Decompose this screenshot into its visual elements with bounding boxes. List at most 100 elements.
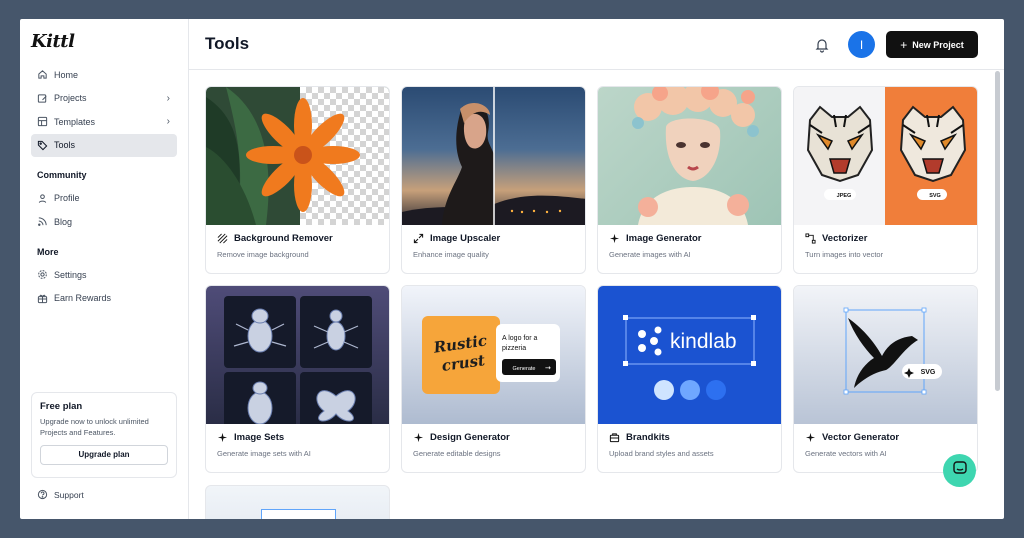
sidebar-item-home[interactable]: Home [31, 63, 177, 86]
tool-title: Background Remover [234, 233, 333, 244]
tool-description: Generate images with AI [609, 250, 691, 259]
gift-icon [37, 293, 48, 304]
plus-icon: + [900, 37, 908, 52]
tool-card-image-upscaler[interactable]: Image Upscaler Enhance image quality [401, 86, 586, 274]
sidebar-item-projects[interactable]: Projects › [31, 87, 177, 110]
tool-card-design-generator[interactable]: Rustic crust A logo for a pizzeria Gener… [401, 285, 586, 473]
tool-title: Image Generator [626, 233, 702, 244]
community-heading: Community [37, 170, 87, 180]
kittl-logo[interactable]: Kittl [31, 31, 75, 52]
sidebar-item-profile[interactable]: Profile [31, 187, 177, 210]
upgrade-plan-button[interactable]: Upgrade plan [40, 444, 168, 465]
tool-description: Generate image sets with AI [217, 449, 311, 458]
free-plan-card: Free plan Upgrade now to unlock unlimite… [31, 392, 177, 478]
tool-title: Vector Generator [822, 432, 900, 443]
tool-description: Generate vectors with AI [805, 449, 887, 458]
tool-description: Remove image background [217, 250, 309, 259]
chevron-right-icon: › [166, 92, 170, 104]
vector-path-icon [805, 233, 816, 244]
tool-description: Enhance image quality [413, 250, 489, 259]
svg-text:→: → [545, 364, 551, 372]
briefcase-icon [609, 432, 620, 443]
scrollbar[interactable] [995, 71, 1000, 391]
tool-description: Turn images into vector [805, 250, 884, 259]
background-remover-thumbnail [206, 87, 389, 225]
tool-title: Design Generator [430, 432, 510, 443]
templates-icon [37, 116, 48, 127]
tool-card-background-remover[interactable]: Background Remover Remove image backgrou… [205, 86, 390, 274]
tool-title: Image Sets [234, 432, 285, 443]
tool-title: Brandkits [626, 432, 670, 443]
tool-card-image-generator[interactable]: Image Generator Generate images with AI [597, 86, 782, 274]
gear-icon [37, 269, 48, 280]
design-prompt-line: A logo for a [502, 335, 538, 342]
vector-svg-label: SVG [921, 369, 936, 376]
sidebar-item-templates[interactable]: Templates › [31, 110, 177, 133]
expand-icon [413, 233, 424, 244]
top-bar: Tools I + New Project [189, 19, 1004, 70]
sidebar-item-label: Earn Rewards [54, 293, 112, 303]
sparkle-icon [217, 432, 228, 443]
sidebar-item-tools[interactable]: Tools [31, 133, 177, 157]
help-circle-icon [37, 489, 48, 500]
home-icon [37, 69, 48, 80]
tool-description: Generate editable designs [413, 449, 501, 458]
rss-icon [37, 216, 48, 227]
design-prompt-line: pizzeria [502, 345, 526, 352]
tool-title: Vectorizer [822, 233, 868, 244]
sidebar-item-label: Tools [54, 140, 76, 150]
top-actions: I + New Project [814, 31, 978, 58]
image-upscaler-thumbnail [402, 87, 585, 225]
sidebar-item-blog[interactable]: Blog [31, 210, 177, 233]
user-icon [37, 193, 48, 204]
tools-grid: Background Remover Remove image backgrou… [205, 86, 978, 473]
image-generator-thumbnail [598, 87, 781, 225]
avatar[interactable]: I [848, 31, 875, 58]
new-project-button[interactable]: + New Project [886, 31, 978, 58]
chat-support-button[interactable] [943, 454, 976, 487]
tool-card-vectorizer[interactable]: JPEG SVG Vectorizer Turn images into vec… [793, 86, 978, 274]
tool-title: Image Upscaler [430, 233, 501, 244]
page-title: Tools [205, 34, 250, 53]
brand-name: kindlab [670, 330, 737, 353]
design-generate-label: Generate [513, 366, 536, 372]
vectorizer-jpeg-label: JPEG [837, 193, 852, 199]
support-label: Support [54, 489, 84, 500]
new-project-label: New Project [912, 39, 964, 50]
app-window: Kittl Home Projects › Templates › Tools … [20, 19, 1004, 519]
vectorizer-svg-label: SVG [929, 193, 941, 199]
folder-edit-icon [37, 93, 48, 104]
plan-description: Upgrade now to unlock unlimited Projects… [40, 417, 149, 438]
design-generator-thumbnail: Rustic crust A logo for a pizzeria Gener… [402, 286, 585, 424]
sidebar-item-label: Projects [54, 93, 87, 103]
sidebar-item-earn-rewards[interactable]: Earn Rewards [31, 287, 177, 310]
selection-box [261, 509, 336, 519]
chat-icon [952, 460, 968, 481]
sidebar-item-support[interactable]: Support [37, 489, 84, 500]
plan-title: Free plan [40, 401, 83, 412]
tool-card-image-sets[interactable]: Image Sets Generate image sets with AI [205, 285, 390, 473]
tag-icon [37, 140, 48, 151]
tool-card-vector-generator[interactable]: SVG Vector Generator Generate vectors wi… [793, 285, 978, 473]
sidebar-item-settings[interactable]: Settings [31, 263, 177, 286]
vectorizer-thumbnail: JPEG SVG [794, 87, 977, 225]
sparkle-icon [805, 432, 816, 443]
bell-icon[interactable] [814, 37, 830, 53]
image-sets-thumbnail [206, 286, 389, 424]
more-heading: More [37, 246, 59, 257]
main-content: Tools I + New Project Background Remover… [189, 19, 1004, 519]
hatch-icon [217, 233, 228, 244]
sparkle-icon [413, 432, 424, 443]
tool-card-brandkits[interactable]: kindlab Brandkits Upload brand styles an… [597, 285, 782, 473]
vector-generator-thumbnail: SVG [794, 286, 977, 424]
sidebar-item-label: Settings [54, 269, 87, 280]
brandkits-thumbnail: kindlab [598, 286, 781, 424]
sidebar-item-label: Profile [54, 193, 80, 203]
sidebar-item-label: Templates [54, 116, 96, 127]
sparkle-icon [609, 233, 620, 244]
sidebar-item-label: Blog [54, 216, 73, 227]
tool-card-partial[interactable] [205, 485, 390, 519]
tool-description: Upload brand styles and assets [609, 449, 714, 458]
sidebar-nav: Home Projects › Templates › Tools Commun… [31, 63, 177, 310]
sidebar-item-label: Home [54, 69, 79, 80]
